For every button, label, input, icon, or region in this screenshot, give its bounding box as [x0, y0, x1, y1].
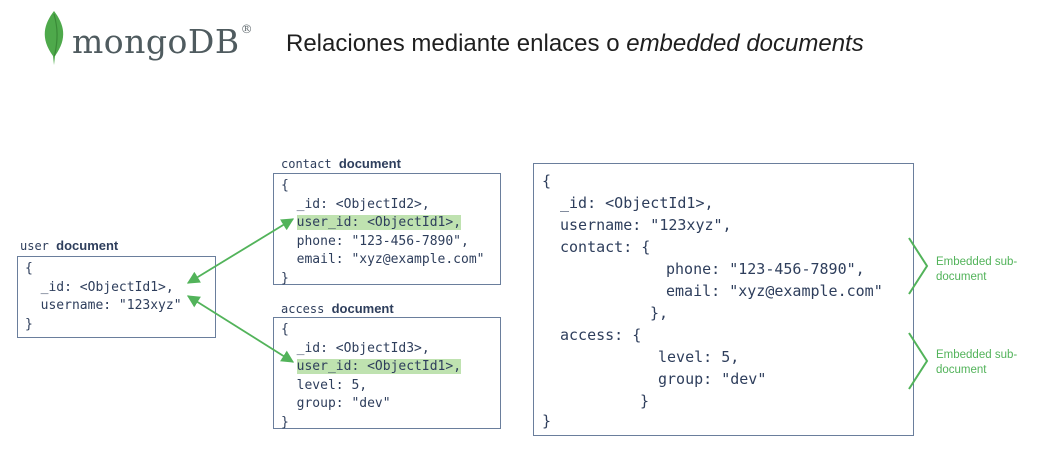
embedded-access-bracket: [908, 332, 929, 390]
connector-overlay: [186, 218, 929, 390]
link-arrow-to-access: [186, 295, 295, 363]
link-arrow-to-contact: [186, 218, 295, 284]
embedded-contact-bracket: [908, 237, 929, 295]
